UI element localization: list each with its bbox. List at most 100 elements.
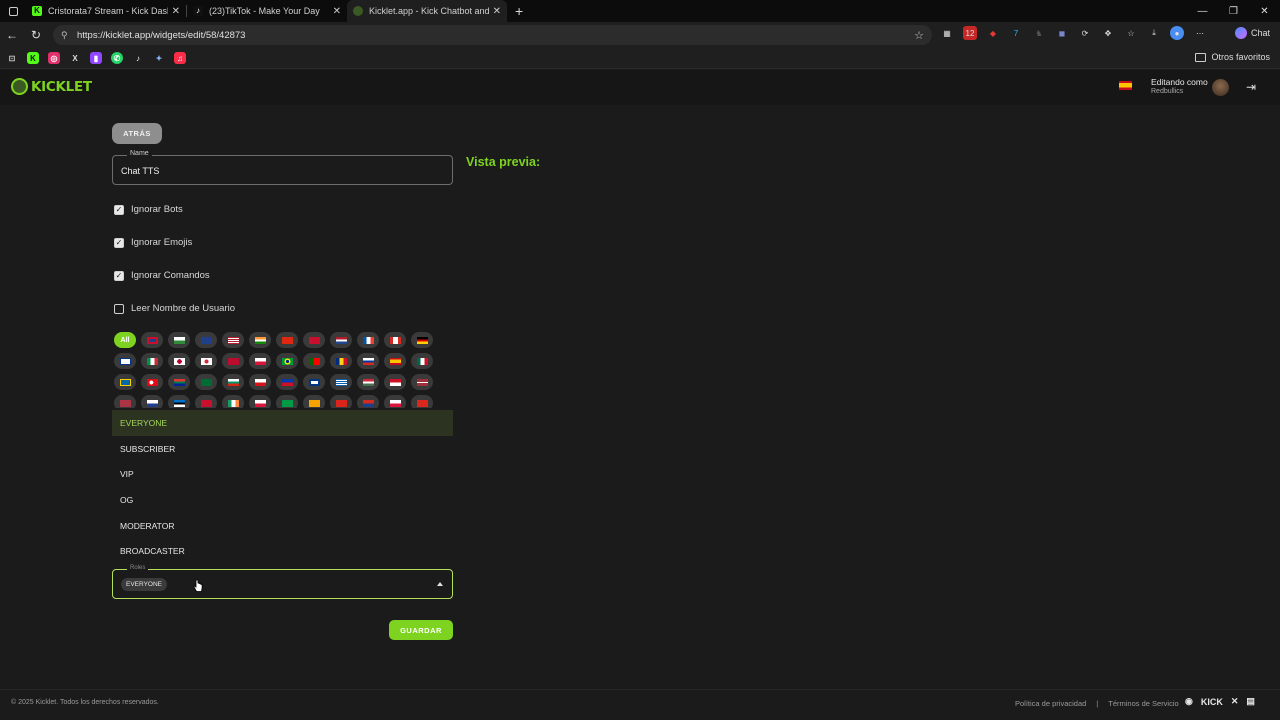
flag-latvia-icon[interactable] xyxy=(411,374,433,390)
flag-icon[interactable] xyxy=(357,395,379,408)
role-option-moderator[interactable]: MODERATOR xyxy=(112,513,453,539)
close-tab-icon[interactable]: ✕ xyxy=(493,6,501,17)
more-icon[interactable]: ⋯ xyxy=(1193,26,1207,40)
flag-wales-icon[interactable] xyxy=(168,332,190,348)
role-option-subscriber[interactable]: SUBSCRIBER xyxy=(112,436,453,462)
reload-icon[interactable]: ↻ xyxy=(24,28,48,42)
flag-icon[interactable] xyxy=(141,395,163,408)
checkbox-unchecked-icon[interactable] xyxy=(114,303,124,314)
name-field[interactable]: Name Chat TTS xyxy=(112,150,453,185)
avatar[interactable] xyxy=(1212,79,1229,96)
flag-denmark-icon[interactable] xyxy=(303,332,325,348)
flag-hungary-icon[interactable] xyxy=(357,374,379,390)
flag-icon[interactable] xyxy=(330,395,352,408)
role-option-broadcaster[interactable]: BROADCASTER xyxy=(112,538,453,564)
caret-up-icon[interactable] xyxy=(437,582,443,586)
minimize-icon[interactable]: — xyxy=(1187,0,1218,22)
flag-norway-icon[interactable] xyxy=(222,353,244,369)
flag-icon[interactable] xyxy=(249,395,271,408)
flag-netherlands-icon[interactable] xyxy=(330,332,352,348)
flag-sweden-icon[interactable] xyxy=(114,374,136,390)
extension-icon[interactable]: ♞ xyxy=(1032,26,1046,40)
flag-turkey-icon[interactable] xyxy=(141,374,163,390)
role-option-vip[interactable]: VIP xyxy=(112,461,453,487)
site-info-icon[interactable]: ⚲ xyxy=(61,30,71,41)
privacy-link[interactable]: Política de privacidad xyxy=(1015,699,1086,708)
close-tab-icon[interactable]: ✕ xyxy=(333,6,341,17)
puzzle-icon[interactable]: ✥ xyxy=(1101,26,1115,40)
flag-russia-icon[interactable] xyxy=(357,353,379,369)
spain-flag-icon[interactable] xyxy=(1119,81,1132,90)
flag-japan-icon[interactable] xyxy=(168,353,190,369)
favorites-icon[interactable]: ☆ xyxy=(1124,26,1138,40)
x-icon[interactable]: ✕ xyxy=(1231,696,1239,707)
save-button[interactable]: GUARDAR xyxy=(389,620,453,640)
flag-switzerland-icon[interactable] xyxy=(411,395,433,408)
flag-icon[interactable] xyxy=(303,395,325,408)
extension-icon[interactable]: 7 xyxy=(1009,26,1023,40)
tab-kick-dashboard[interactable]: K Cristorata7 Stream - Kick Dashbo ✕ xyxy=(26,0,186,22)
flag-romania-icon[interactable] xyxy=(330,353,352,369)
profile-icon[interactable]: ● xyxy=(1170,26,1184,40)
flag-czech-icon[interactable] xyxy=(249,374,271,390)
flag-uk-icon[interactable] xyxy=(141,332,163,348)
other-favorites[interactable]: Otros favoritos xyxy=(1195,52,1270,62)
flag-south-africa-icon[interactable] xyxy=(168,374,190,390)
flag-australia-icon[interactable] xyxy=(195,332,217,348)
role-option-og[interactable]: OG xyxy=(112,487,453,513)
split-screen-icon[interactable]: ▦ xyxy=(940,26,954,40)
flag-mexico-icon[interactable] xyxy=(411,353,433,369)
extension-badge-icon[interactable]: 12 xyxy=(963,26,977,40)
logout-icon[interactable]: ⇥ xyxy=(1246,80,1256,94)
terms-link[interactable]: Términos de Servicio xyxy=(1108,699,1178,708)
sparkle-icon[interactable]: ✦ xyxy=(153,52,165,64)
flag-poland-icon[interactable] xyxy=(249,353,271,369)
flag-greece-icon[interactable] xyxy=(330,374,352,390)
flag-finland-icon[interactable] xyxy=(114,353,136,369)
twitch-icon[interactable]: ▮ xyxy=(90,52,102,64)
whatsapp-icon[interactable]: ✆ xyxy=(111,52,123,64)
flag-icon[interactable] xyxy=(168,395,190,408)
x-icon[interactable]: X xyxy=(69,52,81,64)
flag-icon[interactable] xyxy=(276,395,298,408)
flag-korea-icon[interactable] xyxy=(195,353,217,369)
back-arrow-icon[interactable]: ← xyxy=(0,28,24,42)
tiktok-icon[interactable]: ♪ xyxy=(132,52,144,64)
checkbox-checked-icon[interactable]: ✓ xyxy=(114,204,124,215)
flag-icon[interactable] xyxy=(114,395,136,408)
flag-france-icon[interactable] xyxy=(357,332,379,348)
instagram-icon[interactable]: ◎ xyxy=(48,52,60,64)
flag-icon[interactable] xyxy=(222,395,244,408)
kick-link[interactable]: KICK xyxy=(1201,697,1223,707)
flag-bulgaria-icon[interactable] xyxy=(222,374,244,390)
flag-icon[interactable] xyxy=(195,395,217,408)
document-icon[interactable]: ▤ xyxy=(1246,696,1255,707)
tab-tiktok[interactable]: ♪ (23)TikTok - Make Your Day ✕ xyxy=(187,0,347,22)
flag-brazil-icon[interactable] xyxy=(276,353,298,369)
checkbox-checked-icon[interactable]: ✓ xyxy=(114,270,124,281)
ignore-commands-checkbox[interactable]: ✓ Ignorar Comandos xyxy=(114,270,210,281)
kicklet-logo[interactable]: KICKLET xyxy=(11,78,92,95)
flag-spain-icon[interactable] xyxy=(384,353,406,369)
tab-kicklet[interactable]: Kicklet.app - Kick Chatbot and O ✕ xyxy=(347,0,507,22)
url-input[interactable]: ⚲ https://kicklet.app/widgets/edit/58/42… xyxy=(53,25,932,45)
role-chip[interactable]: EVERYONE xyxy=(121,578,168,591)
checkbox-checked-icon[interactable]: ✓ xyxy=(114,237,124,248)
extension-icon[interactable]: ◼ xyxy=(1055,26,1069,40)
flag-portugal-icon[interactable] xyxy=(303,353,325,369)
download-icon[interactable]: ⤓ xyxy=(1147,26,1161,40)
ignore-emojis-checkbox[interactable]: ✓ Ignorar Emojis xyxy=(114,237,192,248)
flag-italy-icon[interactable] xyxy=(141,353,163,369)
discord-icon[interactable]: ◉ xyxy=(1185,696,1193,707)
flag-usa-icon[interactable] xyxy=(222,332,244,348)
ignore-bots-checkbox[interactable]: ✓ Ignorar Bots xyxy=(114,204,183,215)
close-window-icon[interactable]: ✕ xyxy=(1249,0,1280,22)
back-button[interactable]: ATRÁS xyxy=(112,123,162,144)
restore-icon[interactable]: ❐ xyxy=(1218,0,1249,22)
new-tab-icon[interactable]: + xyxy=(515,3,523,19)
flag-philippines-icon[interactable] xyxy=(276,374,298,390)
language-all-button[interactable]: All xyxy=(114,332,136,348)
flag-india-icon[interactable] xyxy=(249,332,271,348)
extension-icon[interactable]: ◆ xyxy=(986,26,1000,40)
gamepad-icon[interactable]: ⊡ xyxy=(6,52,18,64)
